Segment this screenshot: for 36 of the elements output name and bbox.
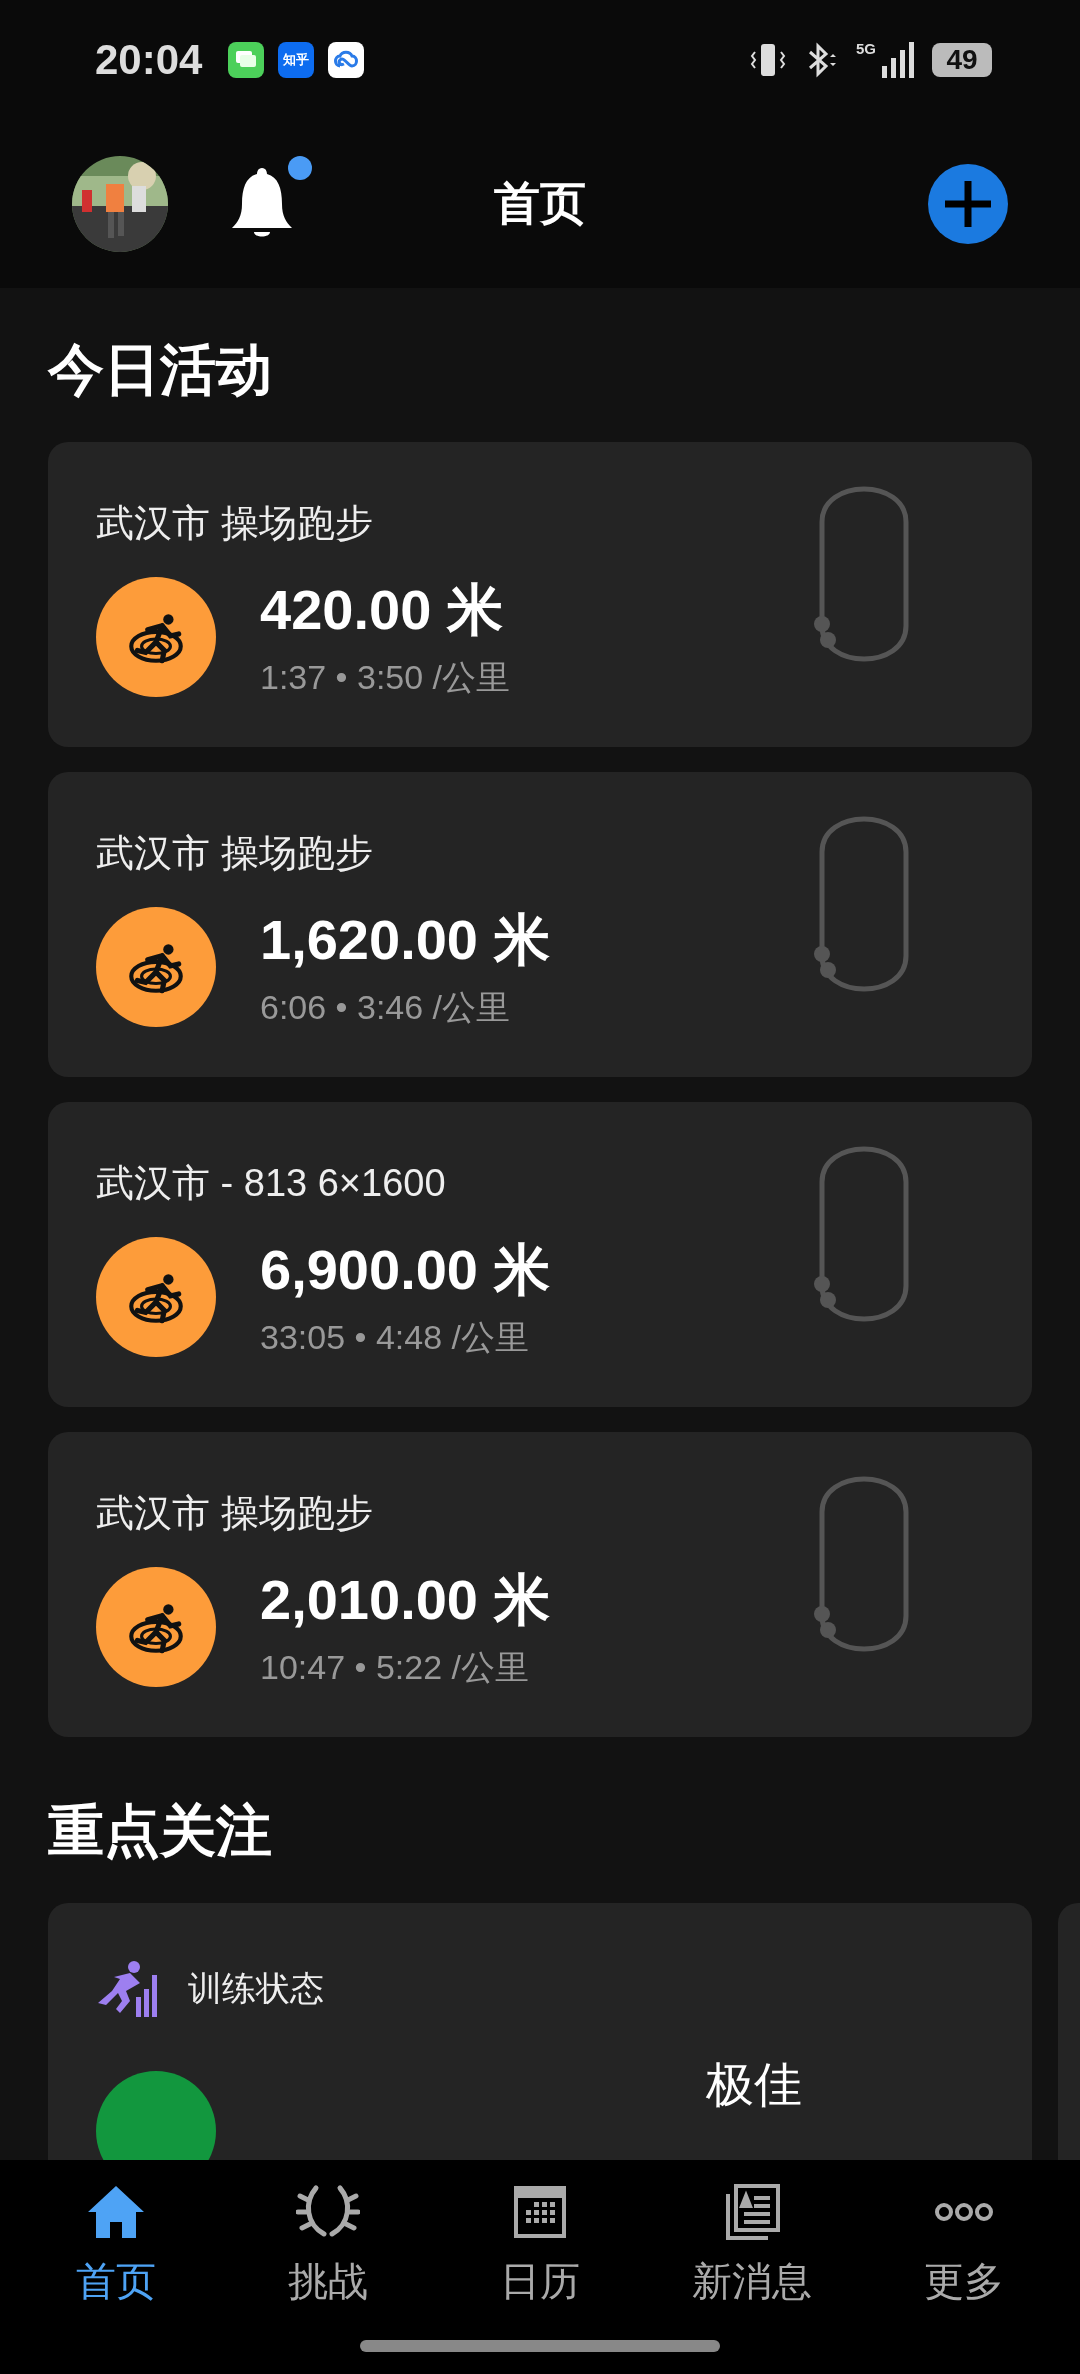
status-time: 20:04: [95, 36, 203, 84]
activity-card[interactable]: 武汉市 - 813 6×1600 6,900.00 米 33:05 • 4:48 /公里: [48, 1102, 1032, 1407]
nav-tab[interactable]: 更多: [874, 2180, 1054, 2309]
activity-details: 33:05 • 4:48 /公里: [260, 1317, 530, 1358]
section-heading: 今日活动: [48, 337, 273, 403]
nav-tab[interactable]: 挑战: [238, 2180, 418, 2309]
training-status-card[interactable]: 训练状态 极佳: [48, 1903, 1032, 2160]
nav-tab[interactable]: 日历: [450, 2180, 630, 2309]
activity-details: 6:06 • 3:46 /公里: [260, 987, 512, 1028]
activity-details: 10:47 • 5:22 /公里: [260, 1647, 530, 1688]
battery-level: 49: [932, 43, 992, 77]
message-app-icon: [228, 42, 265, 78]
plus-icon: [943, 179, 993, 229]
more-icon: [932, 2200, 996, 2224]
nav-tab[interactable]: 首页: [26, 2180, 206, 2309]
activity-distance: 6,900.00 米: [260, 1237, 550, 1303]
activity-distance: 1,620.00 米: [260, 907, 550, 973]
activity-title: 武汉市 - 813 6×1600: [96, 1161, 447, 1206]
activity-details: 1:37 • 3:50 /公里: [260, 657, 511, 698]
activity-title: 武汉市 操场跑步: [96, 1491, 374, 1536]
activity-card[interactable]: 武汉市 操场跑步 1,620.00 米 6:06 • 3:46 /公里: [48, 772, 1032, 1077]
activity-distance: 2,010.00 米: [260, 1567, 550, 1633]
activity-card[interactable]: 武汉市 操场跑步 2,010.00 米 10:47 • 5:22 /公里: [48, 1432, 1032, 1737]
section-heading: 重点关注: [48, 1798, 273, 1864]
network-type: 5G: [856, 40, 876, 57]
page-title: 首页: [494, 177, 586, 229]
activity-title: 武汉市 操场跑步: [96, 501, 374, 546]
app-icon: 知乎: [278, 42, 315, 78]
training-status-icon: [96, 1961, 160, 2017]
activity-distance: 420.00 米: [260, 577, 504, 643]
activity-card[interactable]: 武汉市 操场跑步 420.00 米 1:37 • 3:50 /公里: [48, 442, 1032, 747]
cloud-app-icon: [328, 42, 365, 78]
activity-title: 武汉市 操场跑步: [96, 831, 374, 876]
card-title: 训练状态: [188, 1968, 324, 2009]
status-value: 极佳: [706, 2057, 802, 2113]
nav-tab[interactable]: 新消息: [662, 2180, 842, 2309]
